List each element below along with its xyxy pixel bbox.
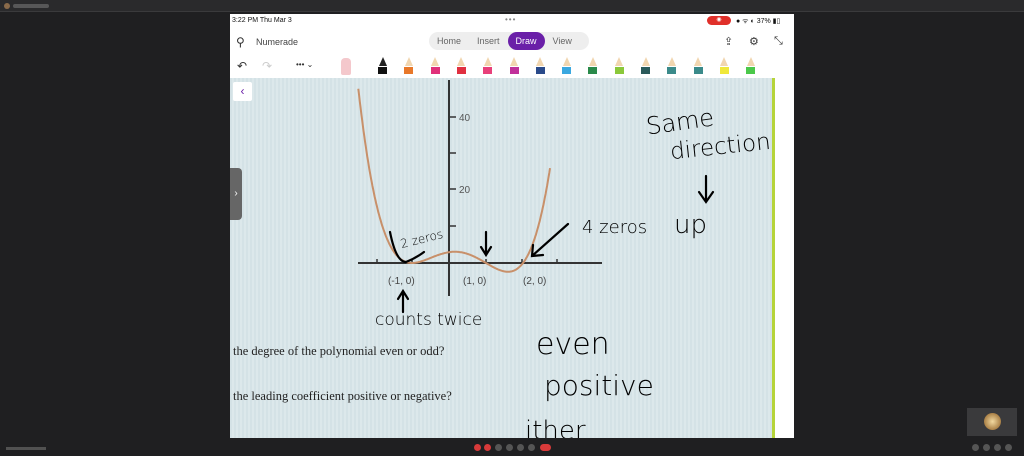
ink-arrow-down xyxy=(479,230,493,258)
participant-video-tile[interactable] xyxy=(967,408,1017,436)
x-point-label: (-1, 0) xyxy=(388,276,415,287)
chat-button[interactable] xyxy=(517,444,524,451)
note-counts-twice: counts twice xyxy=(375,310,483,330)
ink-annotations xyxy=(388,174,715,314)
answer-positive: positive xyxy=(544,369,654,402)
chat-icon[interactable] xyxy=(994,444,1001,451)
presenter-label xyxy=(13,4,49,8)
question-degree: the degree of the polynomial even or odd… xyxy=(233,344,445,358)
question-leading-coefficient: the leading coefficient positive or nega… xyxy=(233,389,452,403)
polynomial-curve xyxy=(357,88,551,273)
people-icon[interactable] xyxy=(983,444,990,451)
presenter-avatar xyxy=(4,3,10,9)
ink-arrow-down xyxy=(697,174,715,204)
y-tick-label: 20 xyxy=(459,185,471,196)
more-button[interactable] xyxy=(528,444,535,451)
answer-even: even xyxy=(536,327,610,362)
video-button[interactable] xyxy=(484,444,491,451)
y-tick-label: 40 xyxy=(459,113,471,124)
ink-arrow-up xyxy=(396,288,410,314)
mute-button[interactable] xyxy=(474,444,481,451)
share-button[interactable] xyxy=(495,444,502,451)
layout-icon[interactable] xyxy=(1005,444,1012,451)
participant-avatar xyxy=(984,413,1001,430)
reactions-button[interactable] xyxy=(506,444,513,451)
note-four-zeros: 4 zeros xyxy=(582,217,648,238)
x-point-label: (2, 0) xyxy=(523,276,546,287)
presenter-bar xyxy=(0,0,1024,12)
meeting-info xyxy=(6,447,46,450)
settings-icon[interactable] xyxy=(972,444,979,451)
shared-screen: 3:22 PM Thu Mar 3 ••• ◉ ● ᯤ ◐ 37% ▮▯ ⚲ N… xyxy=(230,14,794,438)
graph: 40 20 (-1, 0) (1, 0) (2, 0) xyxy=(357,80,715,314)
answer-partial: ither xyxy=(525,416,586,438)
note-up: up xyxy=(674,210,707,240)
leave-button[interactable] xyxy=(540,444,551,451)
x-point-label: (1, 0) xyxy=(463,276,486,287)
